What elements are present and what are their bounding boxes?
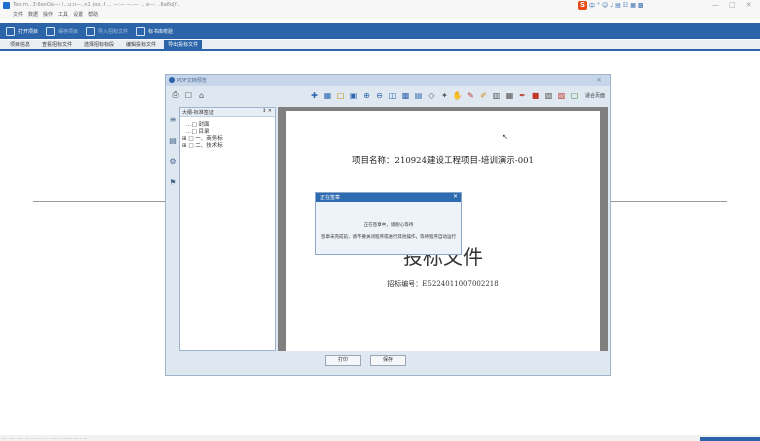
bookmark-panel-icon[interactable]: ≡ (170, 115, 177, 124)
move-icon[interactable]: ✚ (310, 91, 319, 100)
home-icon[interactable]: ⌂ (197, 91, 206, 100)
actual-size-icon[interactable]: ▤ (414, 91, 423, 100)
outline-header: 大纲-标准签证 ↕ ✕ (180, 108, 275, 117)
batch-stamp-icon[interactable]: ▥ (492, 91, 501, 100)
tab-view-tender[interactable]: 查看招标文件 (38, 40, 76, 49)
background-divider-left (33, 201, 165, 202)
bid-number-text: 招标编号：E5224011007002218 (387, 280, 499, 288)
menu-operate[interactable]: 操作 (43, 11, 53, 19)
ime-toolbar[interactable]: S 中 ° ☺ ♩ ▤ ☷ ▦ ▩ (578, 1, 644, 10)
ime-voice-icon[interactable]: ♩ (610, 2, 613, 9)
dialog-app-icon (169, 77, 175, 83)
ime-chinese-mode-icon[interactable]: 中 (589, 1, 595, 10)
main-toolbar: 打开项目 保存项目 导入招标文件 标书库校验 (0, 23, 760, 39)
close-window-button[interactable]: ✕ (746, 1, 752, 9)
outline-item-technical[interactable]: ⊞ □ 二、技术标 (182, 141, 223, 149)
mouse-cursor-icon: ↖ (502, 133, 508, 141)
folder-open-icon (6, 26, 15, 36)
import-tender-label: 导入招标文件 (98, 28, 129, 35)
rotate-icon[interactable]: ◇ (427, 91, 436, 100)
single-page-icon[interactable]: □ (336, 91, 345, 100)
binoculars-icon[interactable]: ☐ (184, 91, 193, 100)
bid-check-label: 标书库校验 (148, 28, 174, 35)
ime-menu-icon[interactable]: ▩ (638, 2, 644, 9)
viewer-toolbar: ⎙ ☐ ⌂ ✚ ▦ □ ▣ ⊕ ⊖ ◫ ▩ ▤ ◇ ✦ ✋ ✎ ✐ ▥ ▦ ✒ … (166, 86, 610, 104)
signing-progress-dialog: 正在签章 ✕ 正在签章中，请耐心等待 签章未完成前，请不要关闭程序或进行其他操作… (315, 192, 462, 255)
dialog-titlebar: PDF文档预览 × (166, 75, 610, 86)
thumbnail-icon[interactable]: ▦ (323, 91, 332, 100)
outline-pin-icon[interactable]: ↕ ✕ (262, 108, 272, 114)
progress-close-button[interactable]: ✕ (453, 193, 458, 200)
menu-help[interactable]: 帮助 (88, 11, 98, 19)
fit-page-icon[interactable]: ▩ (401, 91, 410, 100)
ime-emoji-icon[interactable]: ☺ (602, 2, 608, 9)
outline-panel: 大纲-标准签证 ↕ ✕ …□ 封面 …□ 目录 ⊞ □ 一、商务标 ⊞ □ 二、… (179, 107, 276, 351)
save-project-button[interactable]: 保存项目 (46, 26, 79, 36)
app-logo-icon (3, 2, 10, 9)
attachment-panel-icon[interactable]: ⚙ (169, 157, 176, 166)
status-text: … .... …. ... .... … .. ..... ….… ..... … (2, 435, 88, 441)
ime-keyboard-icon[interactable]: ▤ (615, 2, 621, 9)
progress-titlebar: 正在签章 ✕ (316, 193, 461, 202)
viewer-side-icons: ≡ ▤ ⚙ ⚑ (168, 107, 178, 353)
ime-skin-icon[interactable]: ☷ (623, 2, 628, 9)
window-title: Teo:m...3:6eoOa—: l...u.n—..n1 (oo..f ..… (13, 2, 180, 8)
tab-project-info[interactable]: 项目信息 (6, 40, 34, 49)
tab-edit-bid[interactable]: 编辑投标文件 (122, 40, 160, 49)
print-icon[interactable]: ⎙ (171, 90, 180, 100)
window-controls: — □ ✕ (712, 1, 752, 9)
print-button[interactable]: 打印 (325, 355, 361, 366)
comment-icon[interactable]: ▢ (570, 91, 579, 100)
save-button[interactable]: 保存 (370, 355, 406, 366)
ime-toolbox-icon[interactable]: ▦ (630, 2, 636, 9)
save-icon (46, 26, 56, 36)
select-icon[interactable]: ✦ (440, 91, 449, 100)
fit-page-label[interactable]: 适合页面 (585, 92, 605, 99)
two-page-icon[interactable]: ▣ (349, 91, 358, 100)
tab-export-bid[interactable]: 导出投标文件 (164, 40, 203, 49)
revoke-icon[interactable]: ▨ (557, 91, 566, 100)
open-project-button[interactable]: 打开项目 (6, 26, 39, 36)
progress-title: 正在签章 (320, 195, 341, 201)
riding-stamp-icon[interactable]: ▦ (505, 91, 514, 100)
import-icon (86, 26, 96, 36)
save-project-label: 保存项目 (58, 28, 79, 35)
bid-check-button[interactable]: 标书库校验 (136, 26, 174, 36)
check-document-icon (136, 26, 146, 36)
thumbnail-panel-icon[interactable]: ▤ (169, 136, 177, 145)
import-tender-button[interactable]: 导入招标文件 (86, 26, 129, 36)
verify-icon[interactable]: ▧ (544, 91, 553, 100)
outline-title: 大纲-标准签证 (182, 110, 214, 116)
progress-warning: 签章未完成前，请不要关闭程序或进行其他操作，等待程序自动运行 (321, 235, 456, 240)
pen-icon[interactable]: ✒ (518, 91, 527, 100)
status-bar (0, 435, 760, 441)
hand-tool-icon[interactable]: ✋ (453, 91, 463, 100)
fit-width-icon[interactable]: ◫ (388, 91, 397, 100)
stamp-icon[interactable]: ✐ (479, 91, 488, 100)
window-titlebar: Teo:m...3:6eoOa—: l...u.n—..n1 (oo..f ..… (0, 0, 760, 11)
menu-bar: 文件 数据 操作 工具 设置 帮助 (0, 11, 760, 19)
sign-icon[interactable]: ✎ (466, 91, 475, 100)
project-name-text: 项目名称：210924建设工程项目-培训演示-001 (352, 156, 534, 166)
zoom-out-icon[interactable]: ⊖ (375, 91, 384, 100)
maximize-button[interactable]: □ (729, 1, 736, 9)
dialog-title: PDF文档预览 (177, 78, 207, 84)
open-project-label: 打开项目 (18, 28, 39, 35)
red-seal-icon[interactable]: ■ (531, 91, 540, 100)
menu-settings[interactable]: 设置 (73, 11, 83, 19)
minimize-button[interactable]: — (712, 1, 719, 9)
zoom-in-icon[interactable]: ⊕ (362, 91, 371, 100)
signature-panel-icon[interactable]: ⚑ (169, 178, 176, 187)
ime-punct-icon[interactable]: ° (597, 2, 600, 9)
status-progress (700, 437, 760, 441)
sogou-ime-icon[interactable]: S (578, 1, 587, 10)
step-tabs: 项目信息 查看招标文件 选择招标标段 编辑投标文件 导出投标文件 (0, 40, 760, 51)
menu-tools[interactable]: 工具 (58, 11, 68, 19)
menu-data[interactable]: 数据 (28, 11, 38, 19)
progress-message: 正在签章中，请耐心等待 (363, 223, 414, 228)
tab-select-section[interactable]: 选择招标标段 (80, 40, 118, 49)
background-divider-right (611, 201, 727, 202)
dialog-close-button[interactable]: × (596, 76, 602, 84)
menu-file[interactable]: 文件 (13, 11, 23, 19)
